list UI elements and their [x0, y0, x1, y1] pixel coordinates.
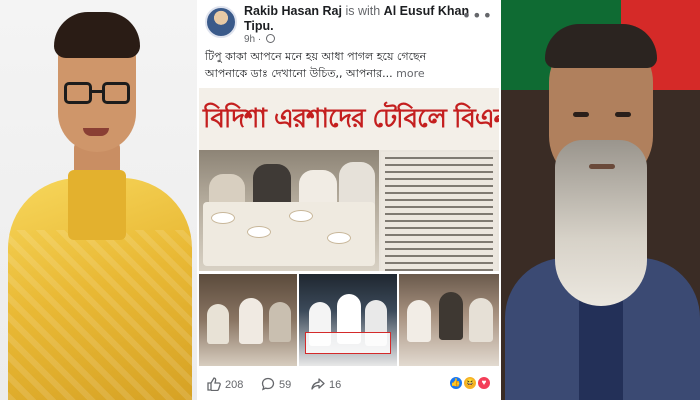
clipping-headline: বিদিশা এরশাদের টেবিলে বিএনপি নেতা: [199, 88, 499, 150]
share-button[interactable]: 16: [311, 377, 341, 393]
post-action-bar: 208 59 16 👍 😆 ♥: [197, 368, 501, 400]
comment-icon: [261, 377, 275, 391]
like-icon: [207, 377, 221, 392]
more-horizontal-icon[interactable]: •••: [462, 6, 493, 25]
post-photo-thumbnail-3[interactable]: [399, 274, 499, 366]
author-name[interactable]: Rakib Hasan Raj: [244, 4, 342, 18]
with-label: is with: [345, 4, 381, 18]
right-portrait-photo: [501, 0, 700, 400]
post-meta: 9h ·: [244, 34, 276, 45]
facebook-post: Rakib Hasan Raj is with Al Eusuf Khan Ti…: [197, 0, 501, 400]
newspaper-clipping[interactable]: বিদিশা এরশাদের টেবিলে বিএনপি নেতা: [199, 88, 499, 271]
see-more-link[interactable]: more: [396, 67, 425, 80]
like-reaction-icon: 👍: [448, 376, 463, 390]
post-text-line-1: টিপু কাকা আপনে মনে হয় আধা পাগল হয়ে গেছ…: [205, 50, 427, 63]
right-portrait-mouth: [589, 164, 615, 169]
left-portrait-smile: [83, 128, 109, 136]
left-portrait-collar: [68, 170, 126, 240]
left-portrait-pattern: [8, 230, 192, 400]
post-time[interactable]: 9h: [244, 34, 255, 45]
author-line: Rakib Hasan Raj is with Al Eusuf Khan Ti…: [244, 4, 472, 34]
post-text-line-2: আপনাকে ডাঃ দেখানো উচিত,, আপনার... more: [205, 65, 497, 82]
share-count: 16: [329, 379, 342, 391]
like-count: 208: [225, 379, 244, 391]
comment-button[interactable]: 59: [261, 377, 291, 393]
author-avatar[interactable]: [205, 6, 237, 38]
post-header: Rakib Hasan Raj is with Al Eusuf Khan Ti…: [197, 0, 501, 45]
post-photo-thumbnail-2[interactable]: [299, 274, 397, 366]
reaction-summary[interactable]: 👍 😆 ♥: [448, 376, 491, 392]
clipping-photo: [199, 150, 379, 271]
love-reaction-icon: ♥: [477, 376, 491, 390]
right-portrait-eye-left: [573, 112, 589, 117]
haha-reaction-icon: 😆: [462, 376, 477, 390]
globe-icon: [266, 34, 276, 43]
right-portrait-eye-right: [615, 112, 631, 117]
like-button[interactable]: 208: [207, 377, 243, 393]
thumbnail-caption-overlay: [305, 332, 391, 354]
share-icon: [311, 378, 325, 390]
left-portrait-hair: [54, 12, 140, 58]
glasses-icon: [64, 82, 130, 108]
comment-count: 59: [279, 379, 292, 391]
left-portrait-photo: [0, 0, 197, 400]
post-photo-thumbnail-1[interactable]: [199, 274, 297, 366]
right-portrait-hair: [545, 24, 657, 68]
clipping-article-text: [381, 152, 497, 271]
post-text-line-2-body: আপনাকে ডাঃ দেখানো উচিত,, আপনার...: [205, 67, 393, 80]
post-text: টিপু কাকা আপনে মনে হয় আধা পাগল হয়ে গেছ…: [205, 48, 497, 82]
